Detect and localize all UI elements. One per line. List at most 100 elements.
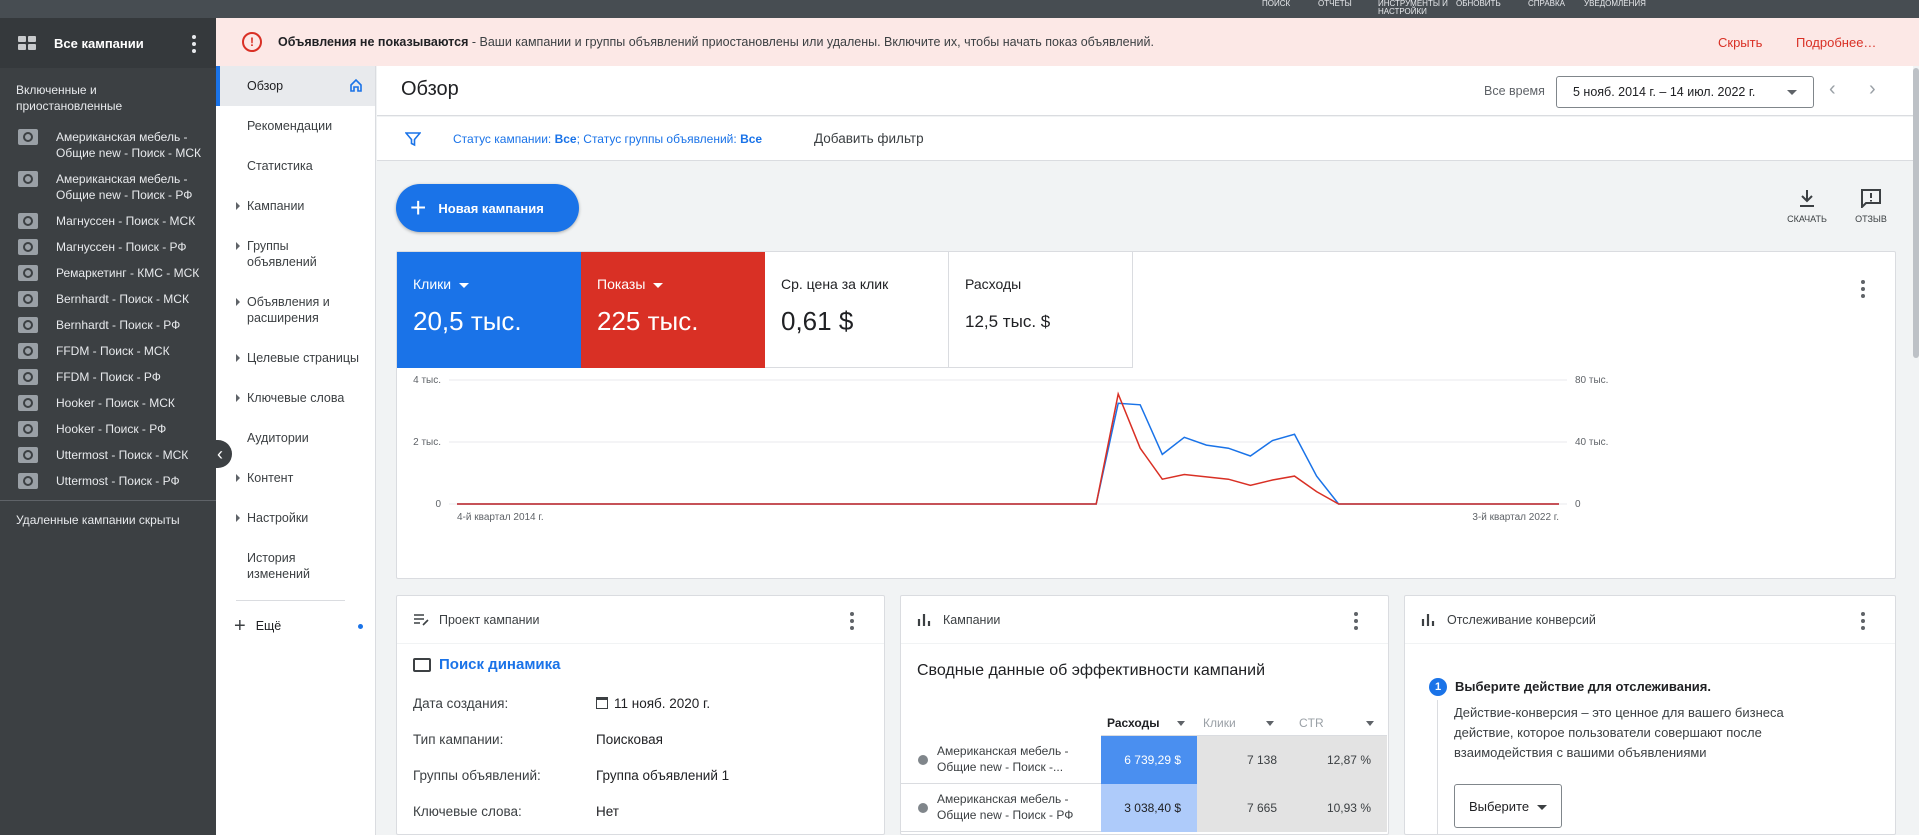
campaign-filter-label[interactable]: Включенные и приостановленные — [0, 68, 216, 124]
chevron-right-icon[interactable]: › — [1869, 78, 1876, 101]
campaign-list-item-label: Ремаркетинг - КМС - МСК — [56, 266, 200, 280]
search-campaign-icon — [18, 317, 38, 333]
feedback-icon — [1861, 189, 1881, 208]
nav-item[interactable]: Рекомендации — [216, 106, 375, 146]
nav-item[interactable]: Целевые страницы — [216, 338, 375, 378]
nav-item[interactable]: История изменений — [216, 538, 375, 594]
all-campaigns-header[interactable]: Все кампании — [0, 18, 216, 68]
nav-more-button[interactable]: + Ещё — [216, 611, 375, 641]
table-row[interactable]: Американская мебель - Общие new - Поиск … — [901, 784, 1387, 832]
campaign-list-item-label: Hooker - Поиск - МСК — [56, 396, 175, 410]
metric-clicks[interactable]: Клики 20,5 тыс. — [397, 252, 581, 368]
nav-item[interactable]: Группы объявлений — [216, 226, 375, 282]
campaign-list-item[interactable]: Магнуссен - Поиск - МСК — [0, 208, 216, 234]
campaign-list-item[interactable]: Uttermost - Поиск - РФ — [0, 468, 216, 494]
more-vert-icon[interactable] — [850, 612, 854, 633]
alert-hide-link[interactable]: Скрыть — [1718, 35, 1762, 50]
page-header: Обзор Все время 5 нояб. 2014 г. – 14 июл… — [377, 66, 1913, 116]
campaign-list-item-label: Uttermost - Поиск - МСК — [56, 448, 189, 462]
nav-item[interactable]: Настройки — [216, 498, 375, 538]
date-range-picker[interactable]: 5 нояб. 2014 г. – 14 июл. 2022 г. — [1556, 76, 1814, 108]
row-ctr: 12,87 % — [1293, 736, 1387, 784]
search-campaign-icon — [18, 447, 38, 463]
nav-item[interactable]: Обзор — [216, 66, 375, 106]
more-vert-icon[interactable] — [1861, 280, 1865, 301]
x-tick-label-end: 3-й квартал 2022 г. — [1472, 512, 1559, 523]
draft-campaign-link[interactable]: Поиск динамика — [413, 656, 561, 673]
metric-impressions[interactable]: Показы 225 тыс. — [581, 252, 765, 368]
plus-icon: + — [410, 192, 427, 223]
col-cost-header[interactable]: Расходы — [1101, 712, 1197, 736]
draft-campaign-name: Поиск динамика — [439, 656, 561, 673]
y-tick-label-right: 0 — [1575, 499, 1581, 510]
nav-item[interactable]: Ключевые слова — [216, 378, 375, 418]
campaign-list-item[interactable]: FFDM - Поиск - МСК — [0, 338, 216, 364]
y-tick-label-left: 4 тыс. — [413, 375, 441, 386]
nav-item[interactable]: Аудитории — [216, 418, 375, 458]
topbar-refresh[interactable]: ОБНОВИТЬ — [1456, 0, 1501, 8]
campaign-list-item-label: FFDM - Поиск - РФ — [56, 370, 161, 384]
nav-item-label: Контент — [247, 471, 294, 485]
campaign-draft-title: Проект кампании — [439, 612, 540, 627]
more-vert-icon[interactable] — [1354, 612, 1358, 633]
metric-impressions-value: 225 тыс. — [597, 306, 699, 336]
campaign-list-item[interactable]: Магнуссен - Поиск - РФ — [0, 234, 216, 260]
campaign-list-item-label: Bernhardt - Поиск - МСК — [56, 292, 189, 306]
download-button[interactable]: СКАЧАТЬ — [1782, 188, 1832, 224]
select-value: Выберите — [1469, 799, 1530, 814]
metric-clicks-value: 20,5 тыс. — [413, 306, 522, 336]
filter-key-campaign: Статус кампании: — [453, 132, 552, 146]
campaign-list-item[interactable]: Hooker - Поиск - РФ — [0, 416, 216, 442]
alert-details-link[interactable]: Подробнее… — [1796, 35, 1876, 50]
conversion-action-select[interactable]: Выберите — [1454, 784, 1562, 828]
page-scrollbar[interactable] — [1913, 66, 1919, 835]
campaign-list-item[interactable]: Bernhardt - Поиск - РФ — [0, 312, 216, 338]
campaigns-summary-card: Кампании Сводные данные об эффективности… — [900, 595, 1389, 835]
feedback-button[interactable]: ОТЗЫВ — [1846, 188, 1896, 224]
scrollbar-thumb[interactable] — [1913, 68, 1919, 358]
topbar-reports[interactable]: ОТЧЕТЫ — [1318, 0, 1352, 8]
filter-icon[interactable] — [405, 131, 421, 147]
campaign-list-item[interactable]: Bernhardt - Поиск - МСК — [0, 286, 216, 312]
col-clicks-header[interactable]: Клики — [1197, 712, 1293, 736]
all-campaigns-title: Все кампании — [54, 35, 144, 51]
more-vert-icon[interactable] — [1861, 612, 1865, 633]
campaign-list-item[interactable]: Hooker - Поиск - МСК — [0, 390, 216, 416]
campaign-list-item[interactable]: Uttermost - Поиск - МСК — [0, 442, 216, 468]
topbar-help[interactable]: СПРАВКА — [1528, 0, 1565, 8]
deleted-campaigns-hidden[interactable]: Удаленные кампании скрыты — [0, 500, 216, 539]
nav-item[interactable]: Контент — [216, 458, 375, 498]
campaign-list-item[interactable]: Американская мебель - Общие new - Поиск … — [0, 166, 216, 208]
active-filters[interactable]: Статус кампании: Все; Статус группы объя… — [453, 132, 762, 146]
nav-item[interactable]: Объявления и расширения — [216, 282, 375, 338]
search-campaign-icon — [18, 395, 38, 411]
more-vert-icon[interactable] — [192, 35, 196, 56]
created-date-text: 11 нояб. 2020 г. — [614, 696, 711, 711]
metric-avg-cpc[interactable]: Ср. цена за клик 0,61 $ — [765, 252, 949, 368]
row-ctr: 10,93 % — [1293, 784, 1387, 832]
search-campaign-icon — [18, 343, 38, 359]
expand-arrow-icon — [236, 354, 240, 362]
error-icon: ! — [242, 32, 262, 52]
nav-item[interactable]: Кампании — [216, 186, 375, 226]
campaign-list-item[interactable]: Ремаркетинг - КМС - МСК — [0, 260, 216, 286]
campaign-list-item[interactable]: Американская мебель - Общие new - Поиск … — [0, 124, 216, 166]
topbar-search[interactable]: ПОИСК — [1262, 0, 1290, 8]
new-campaign-button[interactable]: + Новая кампания — [396, 184, 579, 232]
topbar-notifications[interactable]: УВЕДОМЛЕНИЯ — [1584, 0, 1646, 8]
table-row[interactable]: Американская мебель - Общие new - Поиск … — [901, 736, 1387, 784]
chevron-left-icon[interactable]: ‹ — [1829, 78, 1836, 101]
col-cost-label: Расходы — [1107, 716, 1160, 730]
col-ctr-header[interactable]: CTR — [1293, 712, 1387, 736]
topbar-tools[interactable]: ИНСТРУМЕНТЫ И НАСТРОЙКИ — [1378, 0, 1448, 16]
add-filter-button[interactable]: Добавить фильтр — [814, 131, 924, 146]
display-campaign-icon — [18, 265, 38, 281]
top-app-bar: ПОИСК ОТЧЕТЫ ИНСТРУМЕНТЫ И НАСТРОЙКИ ОБН… — [0, 0, 1919, 18]
metric-cost[interactable]: Расходы 12,5 тыс. $ — [949, 252, 1133, 368]
performance-chart-card: Клики 20,5 тыс. Показы 225 тыс. Ср. цена… — [396, 251, 1896, 579]
nav-item-label: Статистика — [247, 159, 313, 173]
nav-item[interactable]: Статистика — [216, 146, 375, 186]
download-icon — [1800, 190, 1814, 207]
campaign-list-item[interactable]: FFDM - Поиск - РФ — [0, 364, 216, 390]
grid-icon — [18, 36, 38, 50]
